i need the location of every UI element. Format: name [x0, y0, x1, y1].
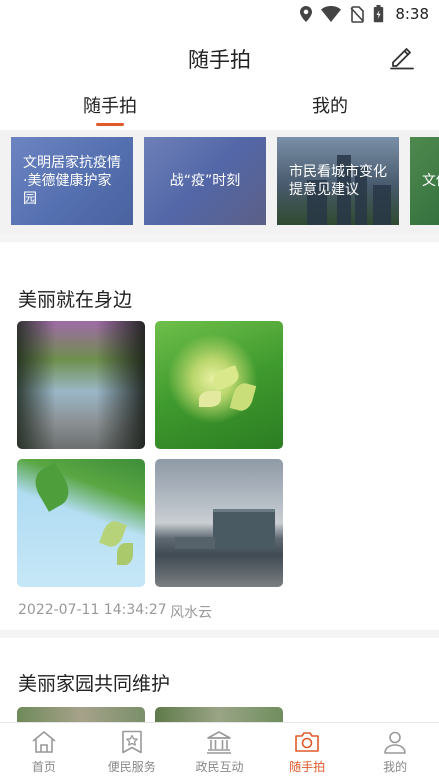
status-bar: 8:38 [0, 0, 439, 30]
leaf-shape [117, 543, 133, 565]
edit-button[interactable] [387, 41, 417, 71]
page-title: 随手拍 [188, 48, 251, 72]
post-photo[interactable] [17, 321, 145, 449]
active-tab-indicator [96, 123, 124, 126]
pencil-icon [390, 48, 414, 70]
nav-interaction[interactable]: 政民互动 [176, 723, 264, 780]
bottom-navigation: 首页 便民服务 政民互动 随手拍 我的 [0, 722, 439, 780]
post-title[interactable]: 美丽就在身边 [18, 285, 132, 312]
tab-bar: 随手拍 我的 [0, 86, 439, 128]
nav-label: 首页 [31, 760, 56, 774]
nav-mine[interactable]: 我的 [351, 723, 439, 780]
wifi-icon [321, 6, 342, 22]
topic-banner-carousel[interactable]: 文明居家抗疫情·美德健康护家园 战“疫”时刻 市民看城市变化提意见建议 文他 [0, 130, 439, 234]
no-sim-icon [350, 5, 365, 23]
post-author: 风水云 [170, 605, 212, 621]
nav-label: 政民互动 [195, 760, 244, 774]
nav-label: 随手拍 [289, 760, 326, 774]
post-photo[interactable] [155, 321, 283, 449]
leaf-shape [229, 380, 257, 414]
topic-banner-label: 市民看城市变化提意见建议 [289, 164, 387, 198]
nav-label: 便民服务 [107, 760, 156, 774]
clock: 8:38 [395, 5, 429, 23]
user-icon [384, 731, 406, 754]
post-title[interactable]: 美丽家园共同维护 [18, 669, 170, 696]
building-shape [175, 537, 215, 549]
nav-services[interactable]: 便民服务 [88, 723, 176, 780]
star-bookmark-icon [121, 730, 142, 754]
app-screen: 8:38 随手拍 随手拍 我的 文明居家抗疫情·美德健康护家园 战“疫”时刻 市… [0, 0, 439, 780]
tab-mine[interactable]: 我的 [280, 92, 380, 118]
topic-banner[interactable]: 战“疫”时刻 [144, 137, 266, 225]
building-shape [213, 509, 275, 549]
post-photo[interactable] [17, 459, 145, 587]
topic-banner-label: 文明居家抗疫情·美德健康护家园 [23, 155, 121, 207]
section-divider [0, 234, 439, 242]
nav-home[interactable]: 首页 [0, 723, 88, 780]
topic-banner[interactable]: 文他 [410, 137, 439, 225]
leaf-shape [29, 462, 75, 512]
home-icon [32, 731, 56, 753]
post-photo[interactable] [155, 459, 283, 587]
topic-banner[interactable]: 文明居家抗疫情·美德健康护家园 [11, 137, 133, 225]
header: 随手拍 [0, 36, 439, 80]
government-building-icon [207, 731, 232, 754]
post-timestamp: 2022-07-11 14:34:27 [18, 602, 167, 618]
topic-banner-label: 战“疫”时刻 [169, 173, 241, 189]
battery-icon [373, 5, 384, 23]
location-icon [300, 6, 313, 22]
tab-suishoupai[interactable]: 随手拍 [60, 92, 160, 118]
leaf-shape [199, 391, 221, 407]
section-divider [0, 630, 439, 638]
nav-label: 我的 [383, 760, 408, 774]
nav-suishoupai[interactable]: 随手拍 [263, 723, 351, 780]
camera-icon [295, 732, 320, 752]
topic-banner[interactable]: 市民看城市变化提意见建议 [277, 137, 399, 225]
topic-banner-label: 文他 [422, 173, 439, 189]
